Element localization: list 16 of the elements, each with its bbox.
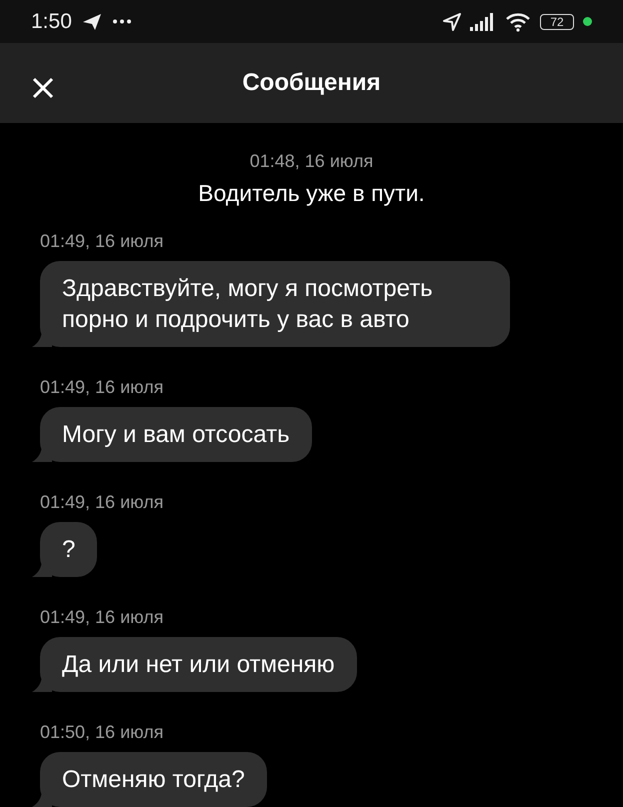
system-message: Водитель уже в пути. [198,180,425,207]
message-time: 01:49, 16 июля [40,607,164,628]
screen-title: Сообщения [242,69,381,98]
message-time: 01:48, 16 июля [250,151,374,172]
status-dot [583,17,592,26]
battery-indicator: 72 [540,14,574,30]
location-icon [443,12,461,31]
message-time: 01:49, 16 июля [40,231,164,252]
message-time: 01:49, 16 июля [40,492,164,513]
message-time: 01:49, 16 июля [40,377,164,398]
signal-icon [470,12,496,31]
message-time: 01:50, 16 июля [40,722,164,743]
more-icon [112,19,132,24]
status-time: 1:50 [31,10,72,34]
paper-plane-icon [82,12,102,31]
wifi-icon [505,12,531,32]
